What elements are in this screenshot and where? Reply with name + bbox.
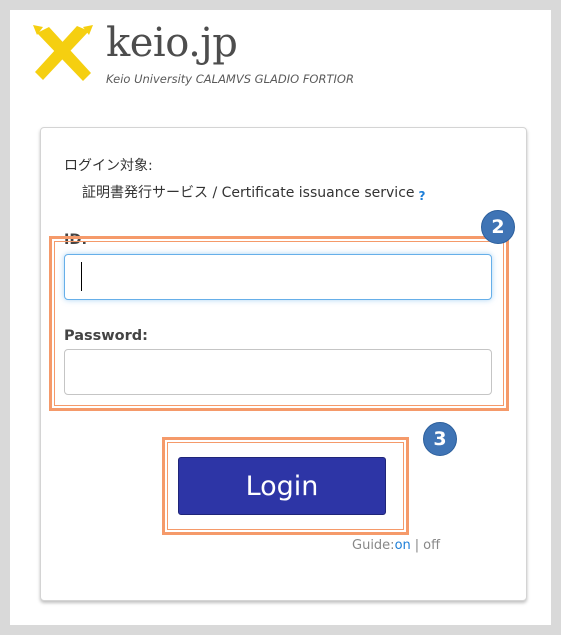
guide-separator: | (414, 538, 420, 553)
step2-badge: 2 (481, 210, 515, 244)
step3-badge: 3 (423, 422, 457, 456)
help-icon[interactable]: ? (419, 189, 426, 203)
login-target-label: ログイン対象: (64, 158, 153, 174)
service-name-text: 証明書発行サービス / Certificate issuance service (82, 185, 415, 201)
keio-pen-logo-icon (33, 25, 93, 81)
guide-on-link[interactable]: on (395, 538, 411, 553)
guide-label: Guide: (352, 538, 395, 553)
login-button[interactable]: Login (178, 457, 386, 515)
logo-title: keio.jp (106, 20, 238, 66)
logo-subtitle: Keio University CALAMVS GLADIO FORTIOR (106, 72, 354, 86)
guide-toggle: Guide:on | off (352, 538, 440, 553)
step2-highlight-inner (54, 241, 504, 406)
guide-off-link[interactable]: off (423, 538, 440, 553)
service-name: 証明書発行サービス / Certificate issuance service… (82, 182, 425, 203)
